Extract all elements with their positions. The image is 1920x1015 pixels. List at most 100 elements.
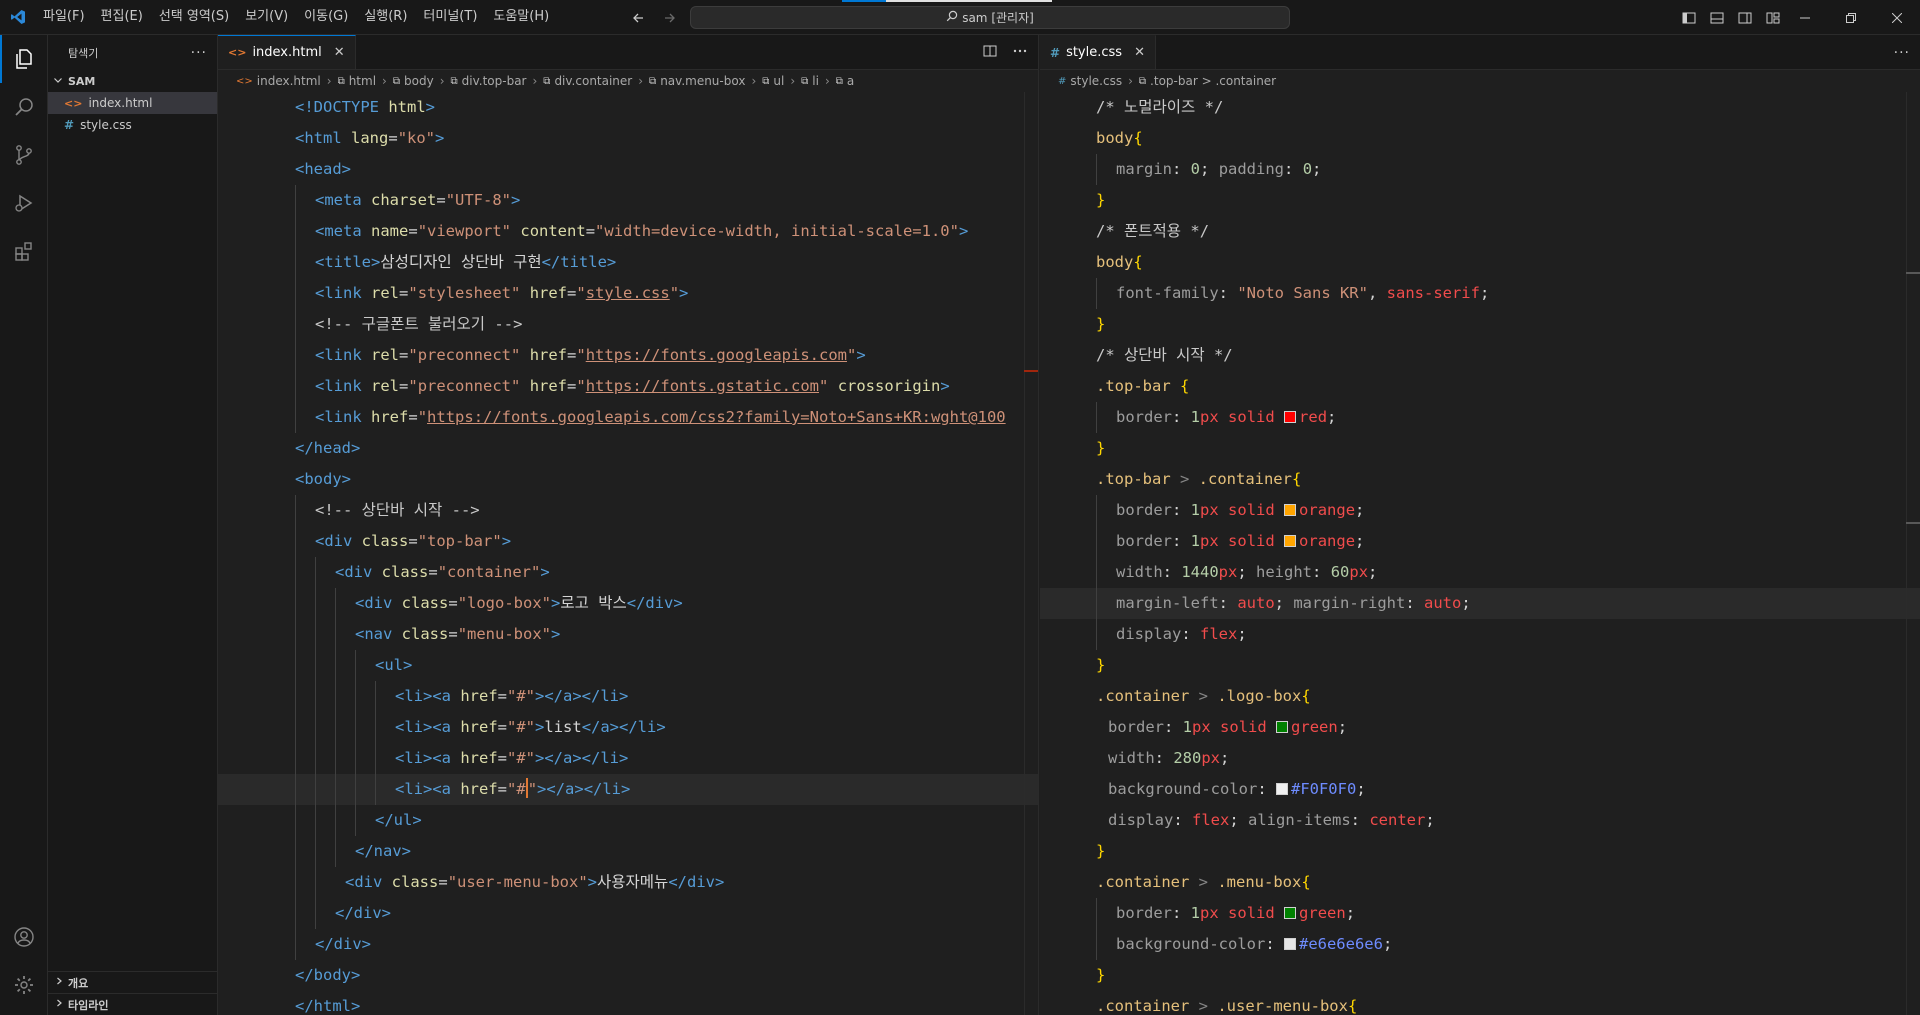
chevron-right-icon: › [790,74,796,88]
file-item-css[interactable]: # style.css [48,114,217,136]
code-token: <div [355,594,393,612]
explorer-icon[interactable] [0,35,48,83]
color-swatch[interactable] [1276,721,1289,733]
code-token: .user-menu-box [1217,997,1348,1015]
accounts-icon[interactable] [0,913,48,961]
extensions-icon[interactable] [0,227,48,275]
color-swatch[interactable] [1284,411,1297,423]
menu-item[interactable]: 보기(V) [237,5,296,29]
code-line: display: flex; align-items: center; [1040,805,1920,836]
code-line: <li><a href="#"></a></li> [218,774,1038,805]
code-area-html[interactable]: <!DOCTYPE html> <html lang="ko"> <head> <me… [218,92,1038,1015]
indent-guide [295,650,296,681]
run-debug-icon[interactable] [0,179,48,227]
menu-item[interactable]: 실행(R) [356,5,415,29]
code-text: } [1096,433,1105,464]
indent-guide [315,681,316,712]
indent-guide [295,774,296,805]
toggle-primary-sidebar-icon[interactable] [1680,9,1698,27]
restore-icon[interactable] [1828,0,1874,35]
overview-ruler[interactable] [1906,92,1920,1015]
breadcrumb-item[interactable]: div.top-bar [462,74,527,88]
indent-guide [1096,526,1097,557]
more-actions-icon[interactable]: ··· [1894,45,1910,61]
code-token: <html [295,129,342,147]
indent-guide [315,836,316,867]
breadcrumb-item[interactable]: body [404,74,434,88]
code-line: <link href="https://fonts.googleapis.com… [218,402,1038,433]
code-token: auto [1423,594,1462,612]
code-line: <ul> [218,650,1038,681]
split-editor-icon[interactable] [982,43,998,63]
menu-item[interactable]: 이동(G) [296,5,356,29]
overview-ruler[interactable] [1024,92,1038,1015]
customize-layout-icon[interactable] [1764,9,1782,27]
code-token: > [958,222,969,240]
panel-section[interactable]: 개요 [48,971,218,993]
tab-style-css[interactable]: # style.css ✕ [1040,35,1156,69]
code-token: "ko" [397,129,436,147]
menu-item[interactable]: 도움말(H) [485,5,557,29]
code-token: ; [1345,904,1356,922]
color-swatch[interactable] [1283,938,1296,950]
close-window-icon[interactable] [1874,0,1920,35]
sidebar-more-icon[interactable]: ··· [191,45,207,61]
indent-guide [295,371,296,402]
breadcrumb-item[interactable]: index.html [257,74,321,88]
breadcrumb-item[interactable]: .top-bar > .container [1150,74,1276,88]
settings-gear-icon[interactable] [0,961,48,1009]
code-token: charset [371,191,437,209]
color-swatch[interactable] [1284,504,1297,516]
breadcrumb-item[interactable]: nav.menu-box [660,74,745,88]
menu-item[interactable]: 편집(E) [93,5,151,29]
panel-section[interactable]: 타임라인 [48,993,218,1015]
code-token: "#" [507,687,536,705]
breadcrumb-item[interactable]: a [847,74,854,88]
folder-sam[interactable]: SAM [48,70,217,92]
code-token: href [460,718,498,736]
menu-item[interactable]: 선택 영역(S) [151,5,237,29]
color-swatch[interactable] [1284,535,1297,547]
code-token: body [1096,253,1134,271]
indent-guide [1096,495,1097,526]
color-swatch[interactable] [1284,907,1297,919]
code-token: display [1116,625,1182,643]
file-item-html[interactable]: <> index.html [48,92,217,114]
forward-arrow-icon[interactable] [660,8,680,28]
code-token: sans-serif [1386,284,1480,302]
toggle-panel-icon[interactable] [1708,9,1726,27]
command-center-search[interactable]: sam [관리자] [690,6,1290,29]
source-control-icon[interactable] [0,131,48,179]
file-item-label: style.css [80,118,132,132]
color-swatch[interactable] [1275,783,1288,795]
breadcrumb-item[interactable]: li [812,74,819,88]
close-icon[interactable]: ✕ [334,45,345,60]
code-token: </nav> [355,842,411,860]
close-icon[interactable]: ✕ [1134,45,1145,60]
code-line: } [1040,185,1920,216]
indent-guide [295,247,296,278]
code-token: https://fonts.googleapis.com/css2?family… [427,408,1006,426]
menu-item[interactable]: 파일(F) [35,5,93,29]
code-token: > [535,718,545,736]
code-area-css[interactable]: /* 노멀라이즈 */body{margin: 0; padding: 0;} /… [1040,92,1920,1015]
breadcrumb-item[interactable]: style.css [1070,74,1122,88]
code-token: > [551,625,561,643]
indent-guide [335,836,336,867]
tab-index-html[interactable]: <> index.html ✕ [218,35,356,69]
minimize-icon[interactable] [1782,0,1828,35]
indent-guide [335,805,336,836]
indent-guide [315,588,316,619]
back-arrow-icon[interactable] [628,8,648,28]
selector-icon: ⧉ [1138,75,1147,87]
more-actions-icon[interactable] [1012,43,1028,63]
breadcrumb-item[interactable]: html [349,74,376,88]
search-activity-icon[interactable] [0,83,48,131]
code-token: ; [1355,532,1365,550]
toggle-secondary-sidebar-icon[interactable] [1736,9,1754,27]
breadcrumb-item[interactable]: ul [773,74,784,88]
breadcrumb-item[interactable]: div.container [554,74,632,88]
menu-item[interactable]: 터미널(T) [415,5,485,29]
